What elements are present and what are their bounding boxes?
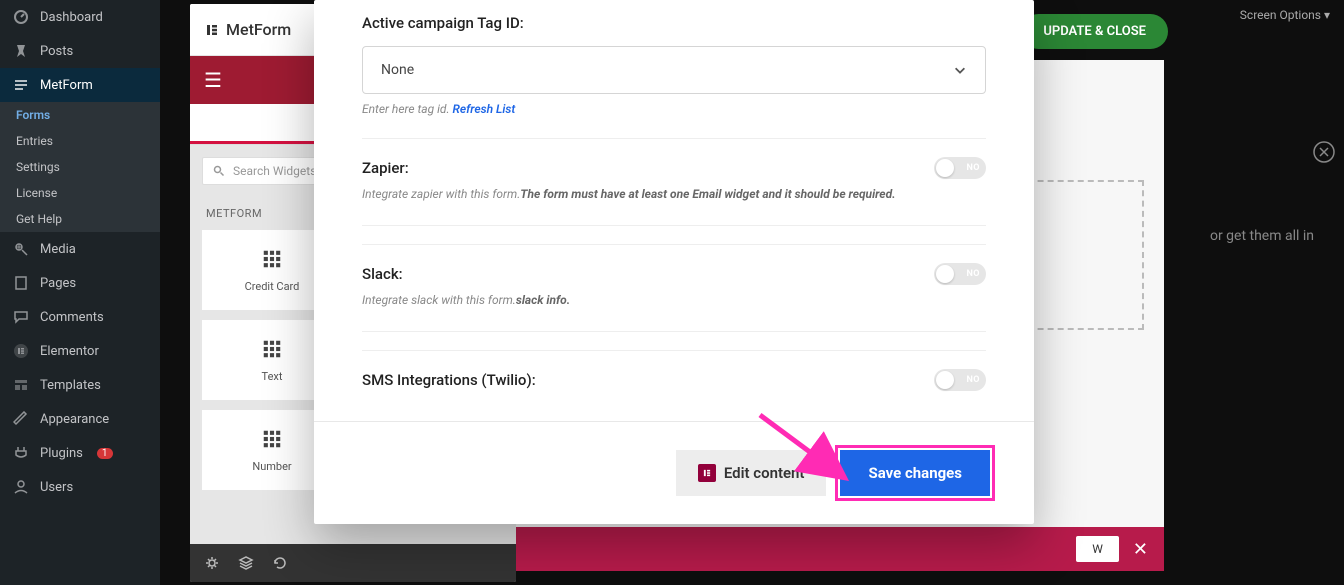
hamburger-icon[interactable]: ☰	[204, 68, 222, 92]
tag-id-select[interactable]: None	[362, 46, 986, 94]
widget-label: Number	[252, 460, 291, 473]
close-x-icon[interactable]	[1312, 140, 1336, 164]
brush-icon	[12, 410, 30, 428]
sidebar-item-label: Appearance	[40, 412, 109, 427]
comment-icon	[12, 308, 30, 326]
media-icon	[12, 240, 30, 258]
toggle-no-label: NO	[966, 375, 980, 385]
slack-desc-a: Integrate slack with this form.	[362, 293, 516, 307]
plugins-badge: 1	[97, 448, 113, 459]
wp-admin-sidebar: Dashboard Posts MetForm Forms Entries Se…	[0, 0, 160, 585]
sidebar-item-metform[interactable]: MetForm	[0, 68, 160, 102]
sidebar-item-media[interactable]: Media	[0, 232, 160, 266]
zapier-desc: Integrate zapier with this form.The form…	[362, 187, 986, 215]
modal-body: Active campaign Tag ID: None Enter here …	[314, 0, 1034, 421]
zapier-title: Zapier:	[362, 159, 409, 177]
toggle-no-label: NO	[966, 163, 980, 173]
slack-title: Slack:	[362, 265, 403, 283]
widget-label: Text	[262, 370, 283, 383]
sms-title: SMS Integrations (Twilio):	[362, 371, 536, 389]
edit-content-label: Edit content	[724, 464, 805, 482]
sidebar-item-label: Templates	[40, 378, 101, 393]
grid-icon	[261, 338, 283, 360]
search-placeholder: Search Widgets	[233, 164, 316, 178]
slack-desc-b: slack info.	[516, 293, 570, 307]
metform-icon	[12, 76, 30, 94]
bottom-btn[interactable]: W	[1076, 536, 1119, 562]
sidebar-subitem-forms[interactable]: Forms	[0, 102, 160, 128]
sidebar-item-label: Pages	[40, 276, 76, 291]
help-prefix: Enter here tag id.	[362, 102, 452, 116]
layers-icon[interactable]	[238, 555, 254, 571]
settings-modal: Active campaign Tag ID: None Enter here …	[314, 0, 1034, 524]
sidebar-item-templates[interactable]: Templates	[0, 368, 160, 402]
zapier-desc-a: Integrate zapier with this form.	[362, 187, 520, 201]
modal-footer: Edit content Save changes	[314, 421, 1034, 524]
sidebar-item-label: MetForm	[40, 78, 93, 93]
elementor-icon	[12, 342, 30, 360]
sidebar-item-label: Posts	[40, 44, 73, 59]
sms-toggle[interactable]: NO	[934, 369, 986, 391]
sidebar-item-comments[interactable]: Comments	[0, 300, 160, 334]
sidebar-item-label: Dashboard	[40, 10, 103, 25]
gear-icon[interactable]	[204, 555, 220, 571]
sidebar-item-plugins[interactable]: Plugins 1	[0, 436, 160, 470]
grid-icon	[261, 428, 283, 450]
screen-options-link[interactable]: Screen Options ▾	[1240, 8, 1330, 22]
history-icon[interactable]	[272, 555, 288, 571]
toggle-knob	[936, 159, 954, 177]
slack-toggle[interactable]: NO	[934, 263, 986, 285]
sidebar-item-appearance[interactable]: Appearance	[0, 402, 160, 436]
canvas-hint: or get them all in	[1210, 228, 1314, 244]
sidebar-subitem-license[interactable]: License	[0, 180, 160, 206]
sidebar-item-label: Users	[40, 480, 73, 495]
elementor-title: MetForm	[226, 20, 291, 39]
sidebar-item-label: Media	[40, 242, 76, 257]
update-close-button[interactable]: UPDATE & CLOSE	[1021, 14, 1168, 49]
elementor-logo: MetForm	[204, 20, 291, 39]
elementor-mini-icon	[698, 464, 716, 482]
sidebar-subitem-entries[interactable]: Entries	[0, 128, 160, 154]
sidebar-item-pages[interactable]: Pages	[0, 266, 160, 300]
sidebar-item-users[interactable]: Users	[0, 470, 160, 504]
templates-icon	[12, 376, 30, 394]
search-icon	[213, 165, 225, 177]
top-buttons: UPDATE & CLOSE	[1021, 14, 1168, 49]
zapier-desc-b: The form must have at least one Email wi…	[520, 187, 895, 201]
dashboard-icon	[12, 8, 30, 26]
refresh-list-link[interactable]: Refresh List	[452, 102, 515, 116]
select-value: None	[381, 62, 414, 78]
sidebar-item-elementor[interactable]: Elementor	[0, 334, 160, 368]
sidebar-subitem-gethelp[interactable]: Get Help	[0, 206, 160, 232]
sidebar-item-label: Elementor	[40, 344, 99, 359]
divider	[362, 225, 986, 226]
sidebar-item-posts[interactable]: Posts	[0, 34, 160, 68]
sidebar-item-label: Comments	[40, 310, 104, 325]
toggle-no-label: NO	[966, 269, 980, 279]
toggle-knob	[936, 265, 954, 283]
sidebar-item-label: Plugins	[40, 446, 83, 461]
page-icon	[12, 274, 30, 292]
pin-icon	[12, 42, 30, 60]
bottom-bar: W ✕	[516, 527, 1164, 571]
tag-id-label: Active campaign Tag ID:	[362, 14, 986, 32]
zapier-toggle[interactable]: NO	[934, 157, 986, 179]
widget-label: Credit Card	[245, 280, 300, 293]
sidebar-item-dashboard[interactable]: Dashboard	[0, 0, 160, 34]
slack-desc: Integrate slack with this form.slack inf…	[362, 293, 986, 321]
save-changes-button[interactable]: Save changes	[840, 450, 990, 496]
toggle-knob	[936, 371, 954, 389]
plugin-icon	[12, 444, 30, 462]
divider	[362, 331, 986, 332]
sidebar-subitem-settings[interactable]: Settings	[0, 154, 160, 180]
close-icon[interactable]: ✕	[1133, 539, 1148, 560]
users-icon	[12, 478, 30, 496]
grid-icon	[261, 248, 283, 270]
elementor-footer	[190, 544, 516, 582]
edit-content-button[interactable]: Edit content	[676, 450, 827, 496]
tag-help-text: Enter here tag id. Refresh List	[362, 102, 986, 116]
chevron-down-icon	[953, 63, 967, 77]
